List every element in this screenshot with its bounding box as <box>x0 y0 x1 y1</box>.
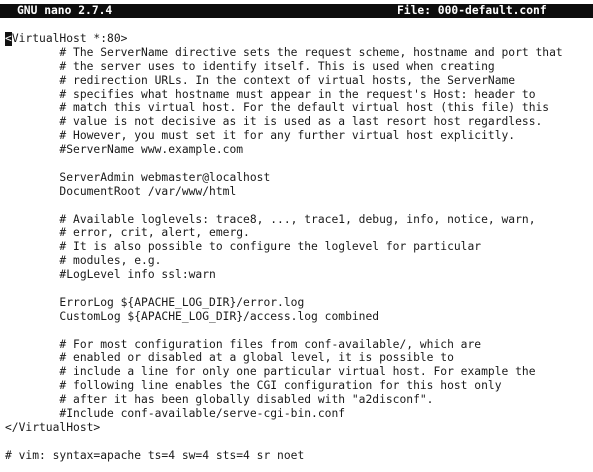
nano-titlebar: GNU nano 2.7.4 File: 000-default.conf <box>0 4 593 18</box>
editor-line[interactable]: DocumentRoot /var/www/html <box>5 185 593 199</box>
editor-line[interactable] <box>5 435 593 449</box>
editor-line[interactable]: # Available loglevels: trace8, ..., trac… <box>5 213 593 227</box>
editor-line[interactable]: CustomLog ${APACHE_LOG_DIR}/access.log c… <box>5 310 593 324</box>
text-cursor: < <box>5 32 12 46</box>
text-editor-area[interactable]: <VirtualHost *:80> # The ServerName dire… <box>5 32 593 463</box>
editor-line[interactable]: # include a line for only one particular… <box>5 365 593 379</box>
editor-line[interactable]: ServerAdmin webmaster@localhost <box>5 171 593 185</box>
editor-line[interactable]: # the server uses to identify itself. Th… <box>5 60 593 74</box>
editor-line[interactable]: </VirtualHost> <box>5 421 593 435</box>
editor-line[interactable]: #Include conf-available/serve-cgi-bin.co… <box>5 407 593 421</box>
editor-line[interactable]: # specifies what hostname must appear in… <box>5 88 593 102</box>
editor-line[interactable] <box>5 199 593 213</box>
editor-line[interactable]: #ServerName www.example.com <box>5 143 593 157</box>
editor-line[interactable]: # vim: syntax=apache ts=4 sw=4 sts=4 sr … <box>5 449 593 463</box>
editor-line[interactable]: # For most configuration files from conf… <box>5 338 593 352</box>
editor-line[interactable]: # following line enables the CGI configu… <box>5 379 593 393</box>
editor-line[interactable]: <VirtualHost *:80> <box>5 32 593 46</box>
editor-line[interactable] <box>5 282 593 296</box>
app-version-label: GNU nano 2.7.4 <box>17 4 113 17</box>
editor-line[interactable]: # modules, e.g. <box>5 254 593 268</box>
editor-line[interactable]: # However, you must set it for any furth… <box>5 129 593 143</box>
editor-line[interactable]: # match this virtual host. For the defau… <box>5 101 593 115</box>
editor-line-text: VirtualHost *:80> <box>11 32 128 45</box>
editor-line[interactable] <box>5 324 593 338</box>
editor-line[interactable]: #LogLevel info ssl:warn <box>5 268 593 282</box>
editor-line[interactable]: # It is also possible to configure the l… <box>5 240 593 254</box>
editor-line[interactable]: # value is not decisive as it is used as… <box>5 115 593 129</box>
editor-line[interactable]: # enabled or disabled at a global level,… <box>5 351 593 365</box>
editor-line[interactable]: # error, crit, alert, emerg. <box>5 226 593 240</box>
editor-line[interactable] <box>5 157 593 171</box>
filename-label: File: 000-default.conf <box>397 4 547 17</box>
editor-line[interactable]: # after it has been globally disabled wi… <box>5 393 593 407</box>
editor-line[interactable]: # The ServerName directive sets the requ… <box>5 46 593 60</box>
editor-line[interactable]: # redirection URLs. In the context of vi… <box>5 74 593 88</box>
editor-line[interactable]: ErrorLog ${APACHE_LOG_DIR}/error.log <box>5 296 593 310</box>
